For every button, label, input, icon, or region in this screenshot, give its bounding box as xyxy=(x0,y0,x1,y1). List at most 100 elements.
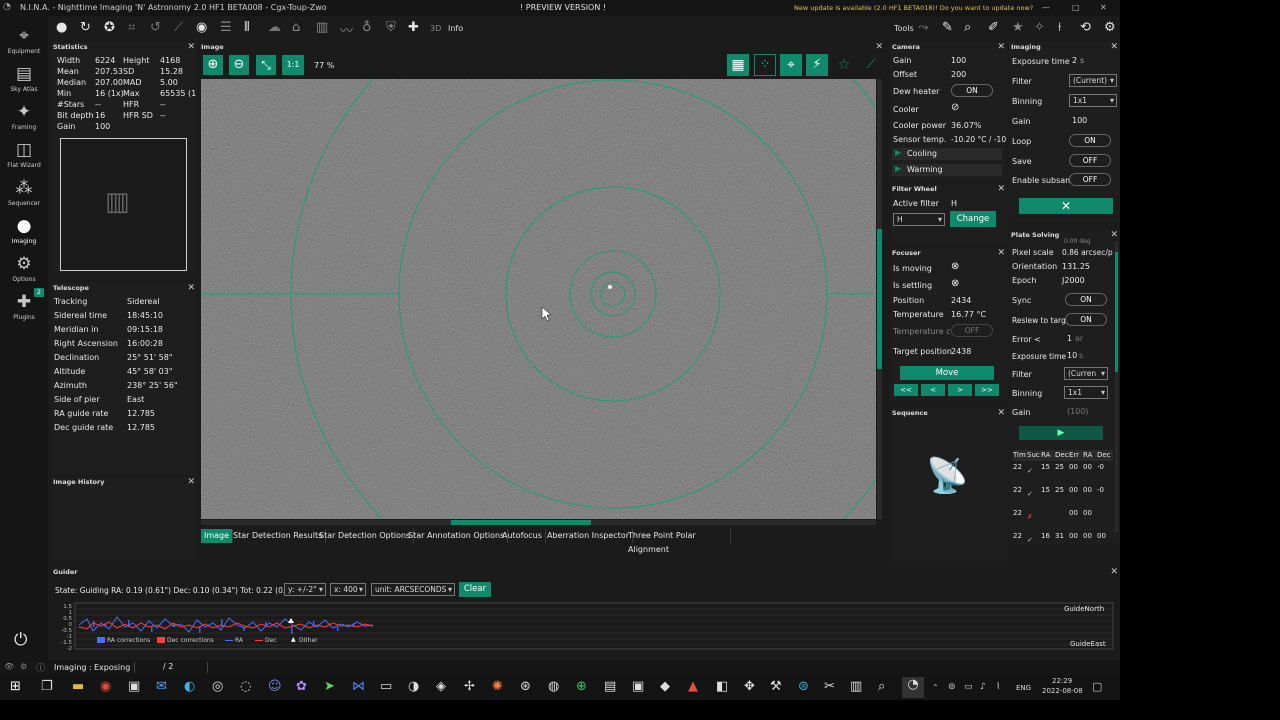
weather-icon[interactable]: ☁ xyxy=(268,20,281,35)
discord-icon[interactable]: ☺ xyxy=(268,679,282,694)
maximize-button[interactable]: □ xyxy=(1072,3,1080,12)
horizontal-scrollbar[interactable] xyxy=(201,520,876,525)
sync-toggle[interactable]: ON xyxy=(1065,293,1107,306)
focuser-step-big-out[interactable]: >> xyxy=(975,384,999,396)
error-input[interactable]: 1 xyxy=(1067,334,1072,343)
tray-date[interactable]: 2022-08-08 xyxy=(1042,687,1083,695)
info-status-icon[interactable]: ⓘ xyxy=(36,661,45,674)
tab-star-detection-options[interactable]: Star Detection Options xyxy=(316,529,415,543)
windows-start-icon[interactable]: ⊞ xyxy=(10,679,21,694)
star-tool-icon[interactable]: ★ xyxy=(1012,20,1024,35)
statistics-close-button[interactable]: ✕ xyxy=(187,42,195,53)
image-history-close-button[interactable]: ✕ xyxy=(187,477,195,488)
ps-binning-select[interactable]: 1x1 xyxy=(1064,386,1108,399)
update-banner[interactable]: New update is available (2.0 HF1 BETA018… xyxy=(794,4,1033,12)
sequence-close-button[interactable]: ✕ xyxy=(997,408,1005,419)
target-position-input[interactable]: 2438 xyxy=(951,347,971,356)
imaging-close-button[interactable]: ✕ xyxy=(1110,42,1118,53)
sidebar-item-sky-atlas[interactable]: ▤ Sky Atlas xyxy=(0,64,48,93)
app-icon-2[interactable]: ◌ xyxy=(240,679,251,694)
toggle-3d-button[interactable]: 3D xyxy=(430,24,441,33)
flat-panel-icon[interactable]: ⦀ xyxy=(244,20,250,35)
warming-expander[interactable]: ▶ Warming xyxy=(892,164,1002,176)
sidebar-item-flat-wizard[interactable]: ◫ Flat Wizard xyxy=(0,140,48,169)
app-icon-15[interactable]: ▲ xyxy=(688,679,698,694)
app-icon-8[interactable]: ✺ xyxy=(492,679,503,694)
guider-x-scale-select[interactable]: x: 400 xyxy=(330,583,366,596)
tab-image[interactable]: Image xyxy=(201,529,234,543)
vertical-scroll-thumb[interactable] xyxy=(877,229,882,369)
compass-tool-icon[interactable]: ✧ xyxy=(1034,20,1045,35)
imaging-filter-select[interactable]: (Current) xyxy=(1069,74,1117,87)
app-icon-13[interactable]: ▣ xyxy=(632,679,644,694)
dew-heater-toggle[interactable]: ON xyxy=(951,84,993,97)
eye-icon[interactable]: 👁 xyxy=(4,662,14,671)
exposure-time-input[interactable]: 2 xyxy=(1072,56,1077,65)
app-icon-3[interactable]: ✿ xyxy=(296,679,307,694)
app-icon-7[interactable]: ✢ xyxy=(464,679,475,694)
crop-icon[interactable]: ⌗ xyxy=(128,20,135,35)
tab-aberration-inspector[interactable]: Aberration Inspector xyxy=(544,529,633,543)
grid-overlay-button[interactable]: ▦ xyxy=(727,54,749,76)
one-to-one-button[interactable]: 1:1 xyxy=(282,55,304,75)
refresh-icon[interactable]: ↻ xyxy=(80,20,91,35)
edit-tool-icon[interactable]: ⤳ xyxy=(918,20,928,35)
zoom-out-button[interactable]: ⊖ xyxy=(229,55,249,75)
app-icon-6[interactable]: ◈ xyxy=(436,679,446,694)
temp-comp-toggle[interactable]: OFF xyxy=(951,324,993,337)
info-button[interactable]: Info xyxy=(448,24,463,33)
guider-clear-button[interactable]: Clear xyxy=(459,582,491,597)
image-viewport[interactable] xyxy=(201,79,876,519)
settings-status-icon[interactable]: ⚙ xyxy=(20,662,27,671)
image-close-button[interactable]: ✕ xyxy=(875,42,883,53)
camera-close-button[interactable]: ✕ xyxy=(997,42,1005,53)
vscode-icon[interactable]: ⋈ xyxy=(352,679,365,694)
file-explorer-icon[interactable]: ▬ xyxy=(72,679,84,694)
guider-connect-icon[interactable]: ◉ xyxy=(196,20,207,35)
scope-tool-icon[interactable]: ⟊ xyxy=(1058,20,1061,35)
app-icon-14[interactable]: ◆ xyxy=(660,679,670,694)
ps-gain-input[interactable]: (100) xyxy=(1067,407,1089,416)
focuser-close-button[interactable]: ✕ xyxy=(997,248,1005,259)
app-icon-17[interactable]: ✥ xyxy=(744,679,755,694)
ps-exposure-input[interactable]: 10 xyxy=(1067,351,1077,360)
app-icon-1[interactable]: ◎ xyxy=(212,679,223,694)
bulb-icon[interactable]: ♁ xyxy=(362,20,372,35)
tab-star-annotation-options[interactable]: Star Annotation Options xyxy=(405,529,509,543)
tray-wifi-icon[interactable]: ⌇ xyxy=(996,682,1000,692)
plate-solve-column-header[interactable]: RA xyxy=(1083,451,1092,459)
move-focuser-button[interactable]: Move xyxy=(900,366,994,380)
chrome-icon[interactable]: ◉ xyxy=(100,679,111,694)
brush-tool-icon[interactable]: ✐ xyxy=(988,20,999,35)
tab-three-point-polar-alignment[interactable]: Three Point Polar Alignment xyxy=(625,529,731,554)
imaging-gain-input[interactable]: 100 xyxy=(1072,116,1087,125)
store-icon[interactable]: ▣ xyxy=(128,679,140,694)
plugin-toolbar-icon[interactable]: ✚ xyxy=(408,20,419,35)
app-icon-5[interactable]: ◑ xyxy=(408,679,419,694)
close-window-button[interactable]: ✕ xyxy=(1100,3,1107,12)
task-view-icon[interactable]: ❐ xyxy=(41,679,53,694)
plate-solve-column-header[interactable]: Dec xyxy=(1055,451,1069,459)
tray-time[interactable]: 22:29 xyxy=(1052,677,1072,685)
minimize-button[interactable]: — xyxy=(1042,3,1050,12)
guider-y-scale-select[interactable]: y: +/-2" xyxy=(284,583,326,596)
waveform-icon[interactable]: 〰 xyxy=(340,20,353,39)
filter-select[interactable]: H xyxy=(893,213,945,226)
plate-solve-column-header[interactable]: Dec xyxy=(1097,451,1111,459)
app-icon-11[interactable]: ⊕ xyxy=(576,679,587,694)
tray-volume-icon[interactable]: ♪ xyxy=(980,682,986,692)
ps-filter-select[interactable]: (Curren xyxy=(1064,367,1108,380)
power-icon[interactable]: ⏻ xyxy=(14,630,27,650)
dome-icon[interactable]: ⌂ xyxy=(292,20,300,35)
horizontal-scroll-thumb[interactable] xyxy=(451,520,591,525)
magic-wand-button[interactable]: ⚡ xyxy=(806,54,828,76)
sidebar-item-options[interactable]: ⚙ Options xyxy=(0,254,48,283)
tray-language[interactable]: ENG xyxy=(1016,684,1031,692)
app-icon-21[interactable]: ▥ xyxy=(850,679,862,694)
sidebar-item-framing[interactable]: ✦ Framing xyxy=(0,102,48,131)
mail-icon[interactable]: ✉ xyxy=(156,679,167,694)
filter-wheel-close-button[interactable]: ✕ xyxy=(997,184,1005,195)
ruler-tool-icon[interactable]: ✎ xyxy=(942,20,953,35)
plate-solve-column-header[interactable]: Suc xyxy=(1027,451,1040,459)
app-icon-20[interactable]: ✂ xyxy=(824,679,835,694)
